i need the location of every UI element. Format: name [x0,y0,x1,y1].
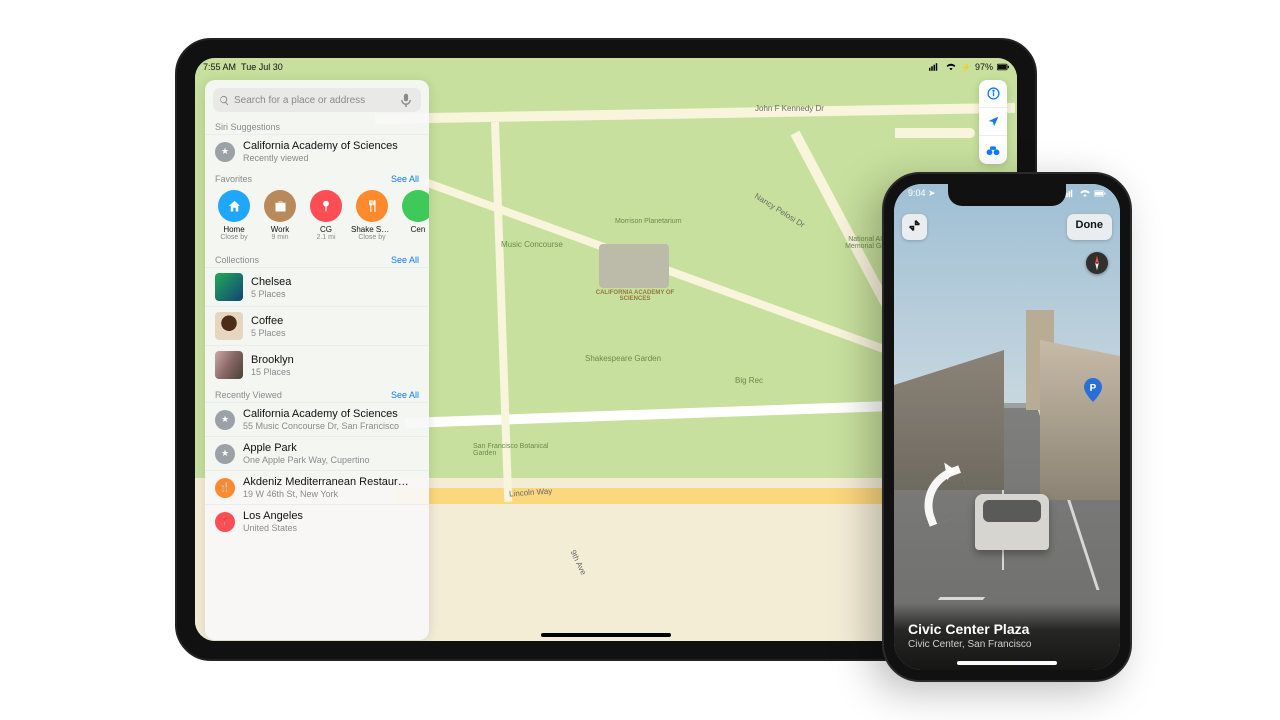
map-building [599,244,669,288]
battery-icon [997,63,1009,71]
map-controls [979,80,1007,164]
binoculars-button[interactable] [979,136,1007,164]
lookaround-car [975,494,1049,550]
search-input[interactable]: Search for a place or address [213,88,421,112]
map-label: Nancy Pelosi Dr [753,191,806,229]
pin-icon [310,190,342,222]
place-icon [402,190,429,222]
iphone-frame: 9:04 ➤ P Done [882,172,1132,682]
pin-icon: 📍 [215,512,235,532]
search-placeholder: Search for a place or address [234,95,365,106]
see-all-collections[interactable]: See All [391,255,419,265]
maps-sidebar: Search for a place or address Siri Sugge… [205,80,429,640]
favorites-row: HomeClose by Work9 min CG2.1 mi Shake Sh… [205,186,429,249]
section-favorites: Favorites [215,174,252,184]
siri-suggestion-row[interactable]: ★ California Academy of Sciences Recentl… [205,134,429,168]
place-subtitle: Civic Center, San Francisco [908,639,1106,650]
location-icon: ➤ [928,188,936,198]
ipad-status-bar: 7:55 AM Tue Jul 30 ⚡97% [195,58,1017,76]
home-icon [218,190,250,222]
recent-row[interactable]: ★Apple ParkOne Apple Park Way, Cupertino [205,436,429,470]
map-label: 9th Ave [568,549,588,577]
battery-icon [1094,189,1106,198]
place-title: Civic Center Plaza [908,621,1106,637]
favorite-item[interactable]: Work9 min [259,190,301,241]
section-recent: Recently Viewed [215,390,282,400]
wifi-icon [945,63,957,71]
map-label: Shakespeare Garden [585,354,661,363]
parking-icon: P [1084,378,1102,402]
see-all-favorites[interactable]: See All [391,174,419,184]
favorite-item[interactable]: Cen [397,190,429,241]
collection-row[interactable]: Coffee5 Places [205,306,429,345]
done-button[interactable]: Done [1067,214,1113,240]
collection-row[interactable]: Chelsea5 Places [205,267,429,306]
collection-thumb [215,273,243,301]
favorite-item[interactable]: CG2.1 mi [305,190,347,241]
fork-icon [356,190,388,222]
star-icon: ★ [215,444,235,464]
map-label: John F Kennedy Dr [755,104,824,113]
home-indicator [541,633,671,637]
recent-row[interactable]: 🍴Akdeniz Mediterranean Restaur…19 W 46th… [205,470,429,504]
lookaround-building [1040,340,1120,500]
section-collections: Collections [215,255,259,265]
iphone-screen: 9:04 ➤ P Done [894,184,1120,670]
search-icon [219,95,230,106]
compass-icon[interactable] [1086,252,1108,274]
briefcase-icon [264,190,296,222]
svg-text:P: P [1090,383,1097,394]
recent-row[interactable]: ★California Academy of Sciences55 Music … [205,402,429,436]
mic-icon[interactable] [401,93,411,107]
favorite-item[interactable]: Shake Sh…Close by [351,190,393,241]
lookaround-caption[interactable]: Civic Center Plaza Civic Center, San Fra… [894,603,1120,670]
wifi-icon [1079,189,1091,198]
star-icon: ★ [215,142,235,162]
favorite-item[interactable]: HomeClose by [213,190,255,241]
map-label: San Francisco Botanical Garden [473,443,553,457]
collection-thumb [215,312,243,340]
home-indicator [957,661,1057,665]
collection-thumb [215,351,243,379]
collapse-button[interactable] [902,214,927,240]
info-button[interactable] [979,80,1007,108]
fork-icon: 🍴 [215,478,235,498]
recent-row[interactable]: 📍Los AngelesUnited States [205,504,429,538]
signal-icon [929,63,941,71]
section-siri: Siri Suggestions [215,122,280,132]
see-all-recent[interactable]: See All [391,390,419,400]
star-icon: ★ [215,410,235,430]
iphone-notch [948,184,1066,206]
collection-row[interactable]: Brooklyn15 Places [205,345,429,384]
map-poi-label: CALIFORNIA ACADEMY OF SCIENCES [593,290,677,302]
map-label: Morrison Planetarium [615,218,682,225]
locate-button[interactable] [979,108,1007,136]
map-label: Big Rec [735,376,763,385]
map-label: Music Concourse [501,240,563,249]
